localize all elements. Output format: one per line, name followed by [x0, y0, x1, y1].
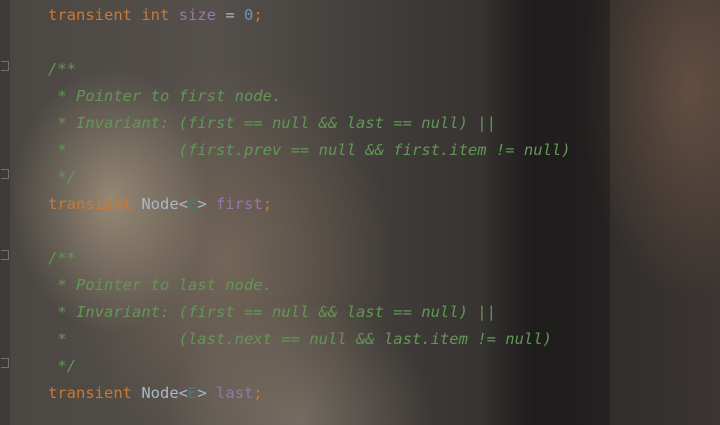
doc-comment-line: * (last.next == null && last.item != nul…	[48, 330, 552, 348]
doc-comment-line: * Invariant: (first == null && last == n…	[48, 303, 496, 321]
generic-bracket: >	[197, 384, 207, 402]
code-line-size[interactable]: transient int size = 0;	[0, 2, 720, 29]
type-keyword: int	[141, 6, 170, 24]
doc-comment-close: */	[48, 357, 76, 375]
semicolon: ;	[253, 384, 263, 402]
field-name: size	[178, 6, 217, 24]
doc-comment-line: * Invariant: (first == null && last == n…	[48, 114, 496, 132]
code-line-last[interactable]: transient Node<E> last;	[0, 380, 720, 407]
doc-comment-line: * Pointer to last node.	[48, 276, 272, 294]
doc-comment-close: */	[48, 168, 76, 186]
type-name: Node	[141, 195, 179, 213]
generic-param: E	[188, 384, 198, 402]
doc-comment-open: /**	[48, 249, 76, 267]
generic-bracket: <	[178, 195, 189, 213]
operator: =	[225, 6, 235, 24]
generic-bracket: >	[197, 195, 207, 213]
semicolon: ;	[253, 6, 263, 24]
keyword: transient	[48, 6, 132, 24]
generic-bracket: <	[178, 384, 189, 402]
type-name: Node	[141, 384, 179, 402]
doc-comment-open: /**	[48, 60, 76, 78]
generic-param: E	[188, 195, 198, 213]
keyword: transient	[48, 384, 132, 402]
field-name: first	[216, 195, 263, 213]
semicolon: ;	[262, 195, 273, 213]
code-editor[interactable]: transient int size = 0; /** * Pointer to…	[0, 2, 720, 407]
doc-comment-line: * Pointer to first node.	[48, 87, 282, 105]
field-name: last	[216, 384, 254, 402]
keyword: transient	[48, 195, 132, 213]
code-line-first[interactable]: transient Node<E> first;	[0, 191, 720, 218]
number-literal: 0	[244, 6, 254, 24]
doc-comment-line: * (first.prev == null && first.item != n…	[48, 141, 571, 159]
